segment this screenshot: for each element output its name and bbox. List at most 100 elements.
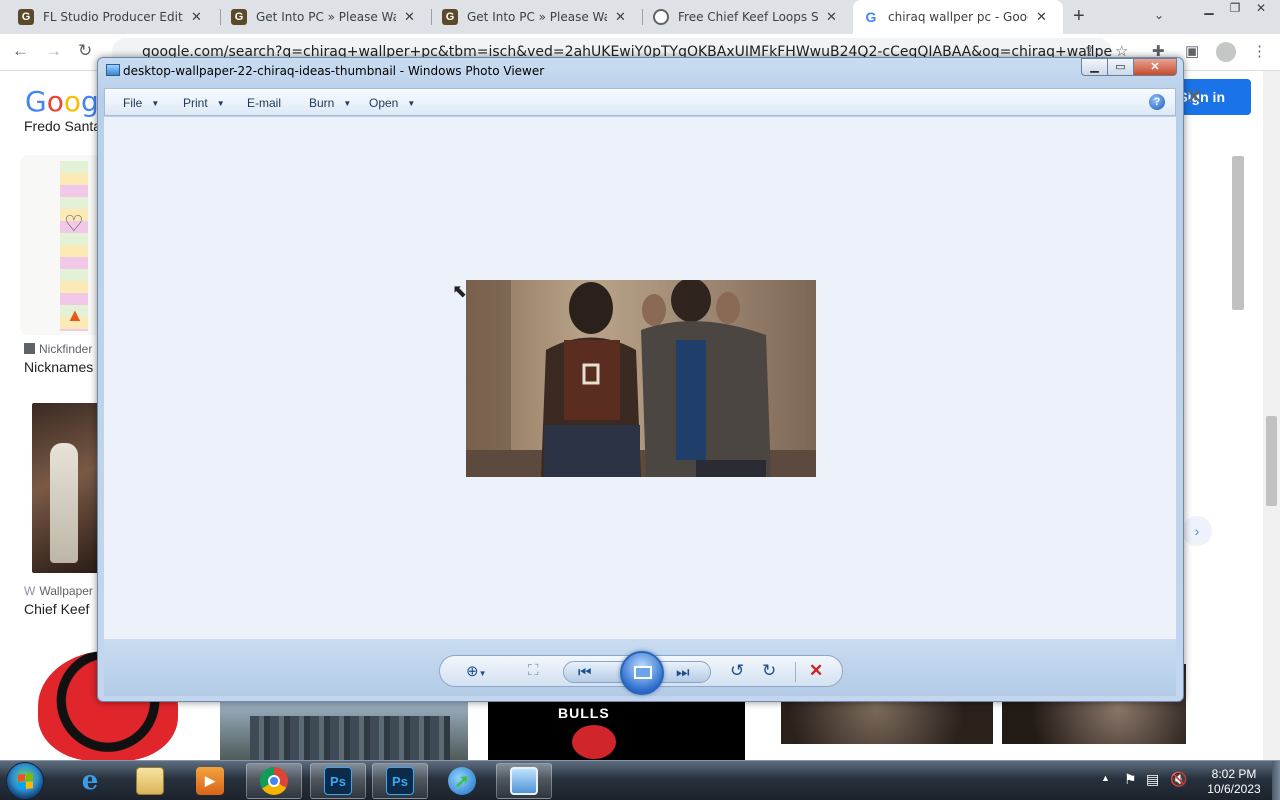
volume-muted-icon[interactable]: 🔇 <box>1170 771 1187 788</box>
photoshop-icon: Ps <box>324 767 352 795</box>
tab-search-chevron-icon[interactable]: ⌄ <box>1154 8 1164 22</box>
action-center-flag-icon[interactable]: ⚑ <box>1124 771 1137 788</box>
preview-pane-edge: › <box>1182 146 1236 746</box>
tab-get-into-pc-1[interactable]: G Get Into PC » Please Wait F ✕ <box>221 0 431 34</box>
menu-label: Open <box>369 96 399 110</box>
photo-illustration <box>466 280 816 477</box>
preview-scrollbar-thumb[interactable] <box>1232 156 1244 310</box>
site-favicon-icon <box>24 343 35 354</box>
bull-head-shape <box>572 725 616 759</box>
help-icon[interactable]: ? <box>1149 94 1165 110</box>
taskbar-media-player[interactable]: ▶ <box>182 763 238 799</box>
new-tab-button[interactable]: + <box>1073 5 1085 28</box>
close-tab-icon[interactable]: ✕ <box>1036 9 1047 25</box>
system-clock[interactable]: 8:02 PM 10/6/2023 <box>1195 767 1273 797</box>
close-tab-icon[interactable]: ✕ <box>191 9 202 25</box>
playback-controls: ⊕▼ ⛶ ⏮ ⏭ ↺ ↻ ✕ <box>104 639 1176 696</box>
result-image-chicago-skyline[interactable] <box>220 701 468 760</box>
person-silhouette <box>50 443 78 563</box>
previous-icon[interactable]: ⏮ <box>578 664 592 681</box>
minimize-icon[interactable]: ▁ <box>1198 0 1220 17</box>
forward-arrow-icon[interactable]: → <box>45 41 62 61</box>
tab-google-search[interactable]: G chiraq wallper pc - Google ✕ <box>853 0 1063 34</box>
photo-viewer-app-icon <box>106 64 120 76</box>
clock-date: 10/6/2023 <box>1207 782 1261 796</box>
slide-show-icon <box>634 666 652 679</box>
side-panel-icon[interactable]: ▣ <box>1185 42 1199 60</box>
next-chevron-icon[interactable]: › <box>1182 516 1212 546</box>
network-icon[interactable]: ▤ <box>1146 771 1159 788</box>
tab-get-into-pc-2[interactable]: G Get Into PC » Please Wait F ✕ <box>432 0 642 34</box>
menu-open[interactable]: Open ▼ <box>369 96 415 110</box>
browser-tab-strip: G FL Studio Producer Edition ✕ G Get Int… <box>0 0 1280 34</box>
taskbar-download-manager[interactable]: ➚ <box>434 763 490 799</box>
windows-flag-icon <box>18 773 33 790</box>
menu-label: Print <box>183 96 208 110</box>
browser-window-controls: ▁ ❐ ✕ <box>1198 0 1272 17</box>
rotate-counterclockwise-icon[interactable]: ↺ <box>730 661 744 681</box>
taskbar-photoshop-2[interactable]: Ps <box>372 763 428 799</box>
result-source: W Wallpaper <box>24 584 93 598</box>
close-icon[interactable]: ✕ <box>1250 0 1272 17</box>
result-title[interactable]: Nicknames <box>24 359 93 375</box>
minimize-button[interactable]: ▁ <box>1081 58 1107 76</box>
close-tab-icon[interactable]: ✕ <box>404 9 415 25</box>
tab-fl-studio[interactable]: G FL Studio Producer Edition ✕ <box>8 0 220 34</box>
tab-chief-keef-loops[interactable]: Free Chief Keef Loops Samp ✕ <box>643 0 853 34</box>
show-hidden-icons[interactable]: ▲ <box>1101 773 1110 783</box>
command-bar: File ▼ Print ▼ E-mail Burn ▼ Open ▼ ? <box>104 88 1176 116</box>
actual-size-icon[interactable]: ⛶ <box>528 662 539 679</box>
media-player-icon: ▶ <box>196 767 224 795</box>
tab-title: Get Into PC » Please Wait F <box>467 10 607 24</box>
zoom-icon[interactable]: ⊕▼ <box>466 662 487 680</box>
taskbar-windows-explorer[interactable] <box>122 763 178 799</box>
result-image-chief-keef[interactable] <box>32 403 102 573</box>
page-scrollbar-thumb[interactable] <box>1266 416 1277 506</box>
close-tab-icon[interactable]: ✕ <box>615 9 626 25</box>
window-caption-buttons: ▁ ▭ ✕ <box>1081 58 1177 76</box>
menu-burn[interactable]: Burn ▼ <box>309 96 351 110</box>
menu-file[interactable]: File ▼ <box>123 96 159 110</box>
next-icon[interactable]: ⏭ <box>676 664 690 681</box>
profile-avatar-icon[interactable] <box>1216 42 1236 62</box>
close-tab-icon[interactable]: ✕ <box>826 9 837 25</box>
taskbar-photo-viewer[interactable] <box>496 763 552 799</box>
show-desktop-button[interactable] <box>1272 761 1280 800</box>
taskbar-chrome[interactable] <box>246 763 302 799</box>
source-label: Nickfinder <box>39 342 93 356</box>
slide-show-button[interactable] <box>620 651 664 695</box>
close-preview-icon[interactable]: ✕ <box>1185 84 1203 110</box>
menu-label: File <box>123 96 143 110</box>
g-site-icon: G <box>18 9 34 25</box>
menu-print[interactable]: Print ▼ <box>183 96 225 110</box>
menu-email[interactable]: E-mail <box>247 96 281 110</box>
google-logo[interactable]: Goog <box>25 85 99 118</box>
tab-title: chiraq wallper pc - Google <box>888 10 1028 24</box>
restore-icon[interactable]: ❐ <box>1224 0 1246 17</box>
result-title[interactable]: Fredo Santa <box>24 118 101 134</box>
back-arrow-icon[interactable]: ← <box>12 41 29 61</box>
tab-title: Get Into PC » Please Wait F <box>256 10 396 24</box>
taskbar-photoshop-1[interactable]: Ps <box>310 763 366 799</box>
logo-letter: G <box>25 85 47 118</box>
rotate-clockwise-icon[interactable]: ↻ <box>762 661 776 681</box>
more-menu-icon[interactable]: ⋮ <box>1252 42 1267 60</box>
heart-icon: ♡ <box>64 211 84 236</box>
close-window-button[interactable]: ✕ <box>1133 58 1177 76</box>
maximize-button[interactable]: ▭ <box>1107 58 1133 76</box>
result-title[interactable]: Chief Keef <box>24 601 89 617</box>
delete-icon[interactable]: ✕ <box>809 661 823 681</box>
taskbar-internet-explorer[interactable]: e <box>62 763 118 799</box>
window-title: desktop-wallpaper-22-chiraq-ideas-thumbn… <box>123 64 545 78</box>
start-button[interactable] <box>6 762 44 800</box>
dropdown-caret-icon: ▼ <box>151 99 160 108</box>
dropdown-caret-icon: ▼ <box>343 99 352 108</box>
result-image-bulls-dark[interactable]: BULLS <box>488 701 745 760</box>
mouse-cursor-icon: ⬉ <box>452 281 468 301</box>
g-site-icon: G <box>442 9 458 25</box>
photo-viewer-icon <box>510 767 538 795</box>
menu-label: E-mail <box>247 96 282 110</box>
wallpaper-site-icon: W <box>24 584 36 598</box>
image-canvas[interactable]: ⬉ <box>104 117 1176 639</box>
reload-icon[interactable]: ↻ <box>78 41 92 61</box>
